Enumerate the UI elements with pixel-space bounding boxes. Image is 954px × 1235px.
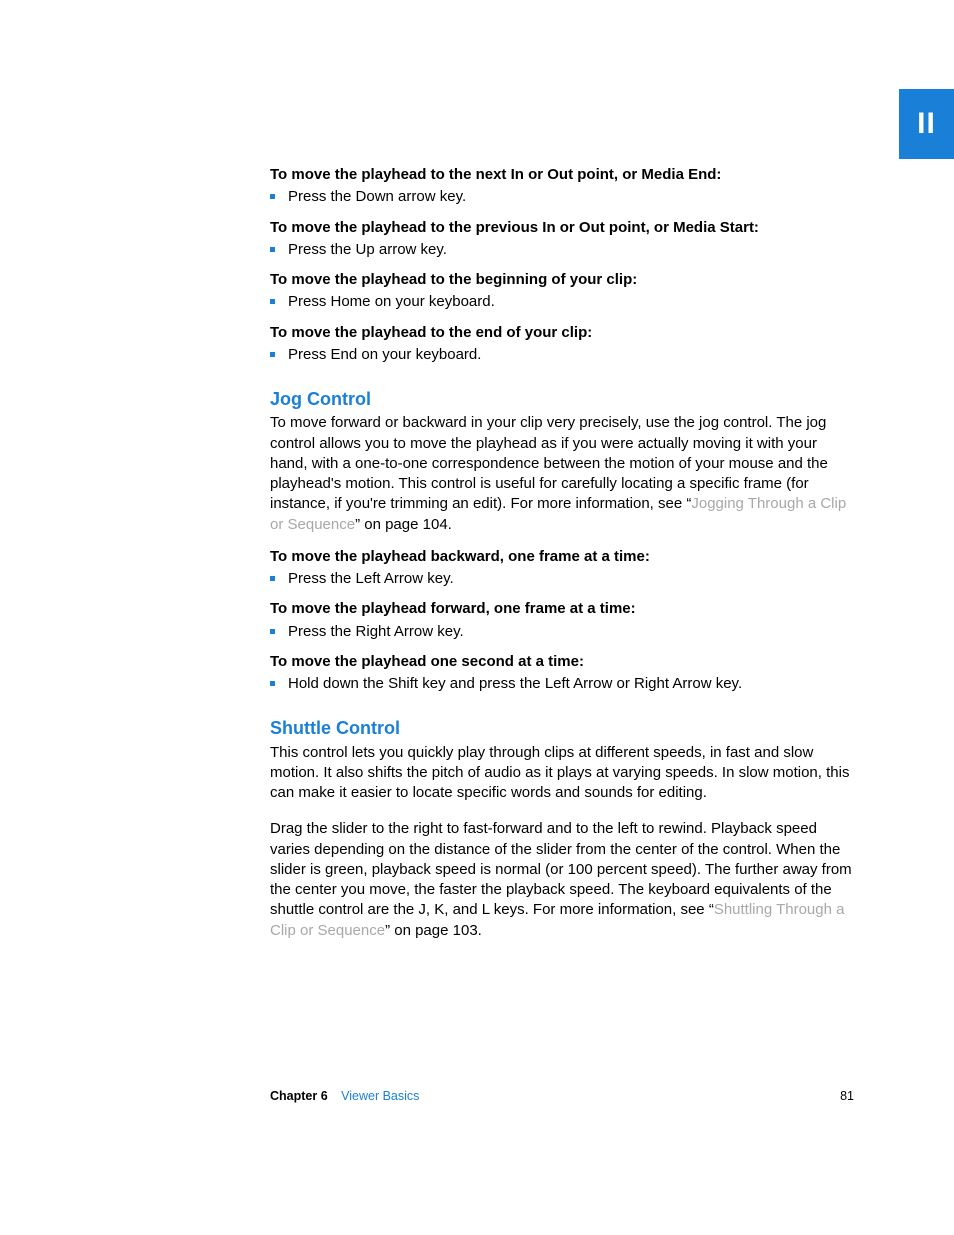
list-item: Press End on your keyboard.: [270, 345, 856, 365]
instruction-heading: To move the playhead to the previous In …: [270, 218, 856, 238]
instruction-heading: To move the playhead forward, one frame …: [270, 599, 856, 619]
page-content: To move the playhead to the next In or O…: [270, 165, 856, 941]
page-number: 81: [840, 1088, 854, 1105]
instruction-heading: To move the playhead to the next In or O…: [270, 165, 856, 185]
chapter-title: Viewer Basics: [341, 1089, 419, 1103]
instruction-heading: To move the playhead to the end of your …: [270, 323, 856, 343]
shuttle-paragraph-1: This control lets you quickly play throu…: [270, 743, 856, 804]
instruction-heading: To move the playhead to the beginning of…: [270, 270, 856, 290]
section-tab: II: [899, 89, 954, 159]
list-item: Hold down the Shift key and press the Le…: [270, 674, 856, 694]
instruction-heading: To move the playhead backward, one frame…: [270, 547, 856, 567]
list-item: Press Home on your keyboard.: [270, 292, 856, 312]
list-item: Press the Down arrow key.: [270, 187, 856, 207]
list-item: Press the Right Arrow key.: [270, 622, 856, 642]
shuttle-control-heading: Shuttle Control: [270, 716, 856, 740]
list-item: Press the Left Arrow key.: [270, 569, 856, 589]
shuttle-paragraph-2: Drag the slider to the right to fast-for…: [270, 819, 856, 941]
page-footer: Chapter 6 Viewer Basics 81: [270, 1088, 854, 1105]
chapter-label: Chapter 6: [270, 1089, 328, 1103]
jog-paragraph: To move forward or backward in your clip…: [270, 413, 856, 535]
jog-control-heading: Jog Control: [270, 387, 856, 411]
list-item: Press the Up arrow key.: [270, 240, 856, 260]
instruction-heading: To move the playhead one second at a tim…: [270, 652, 856, 672]
